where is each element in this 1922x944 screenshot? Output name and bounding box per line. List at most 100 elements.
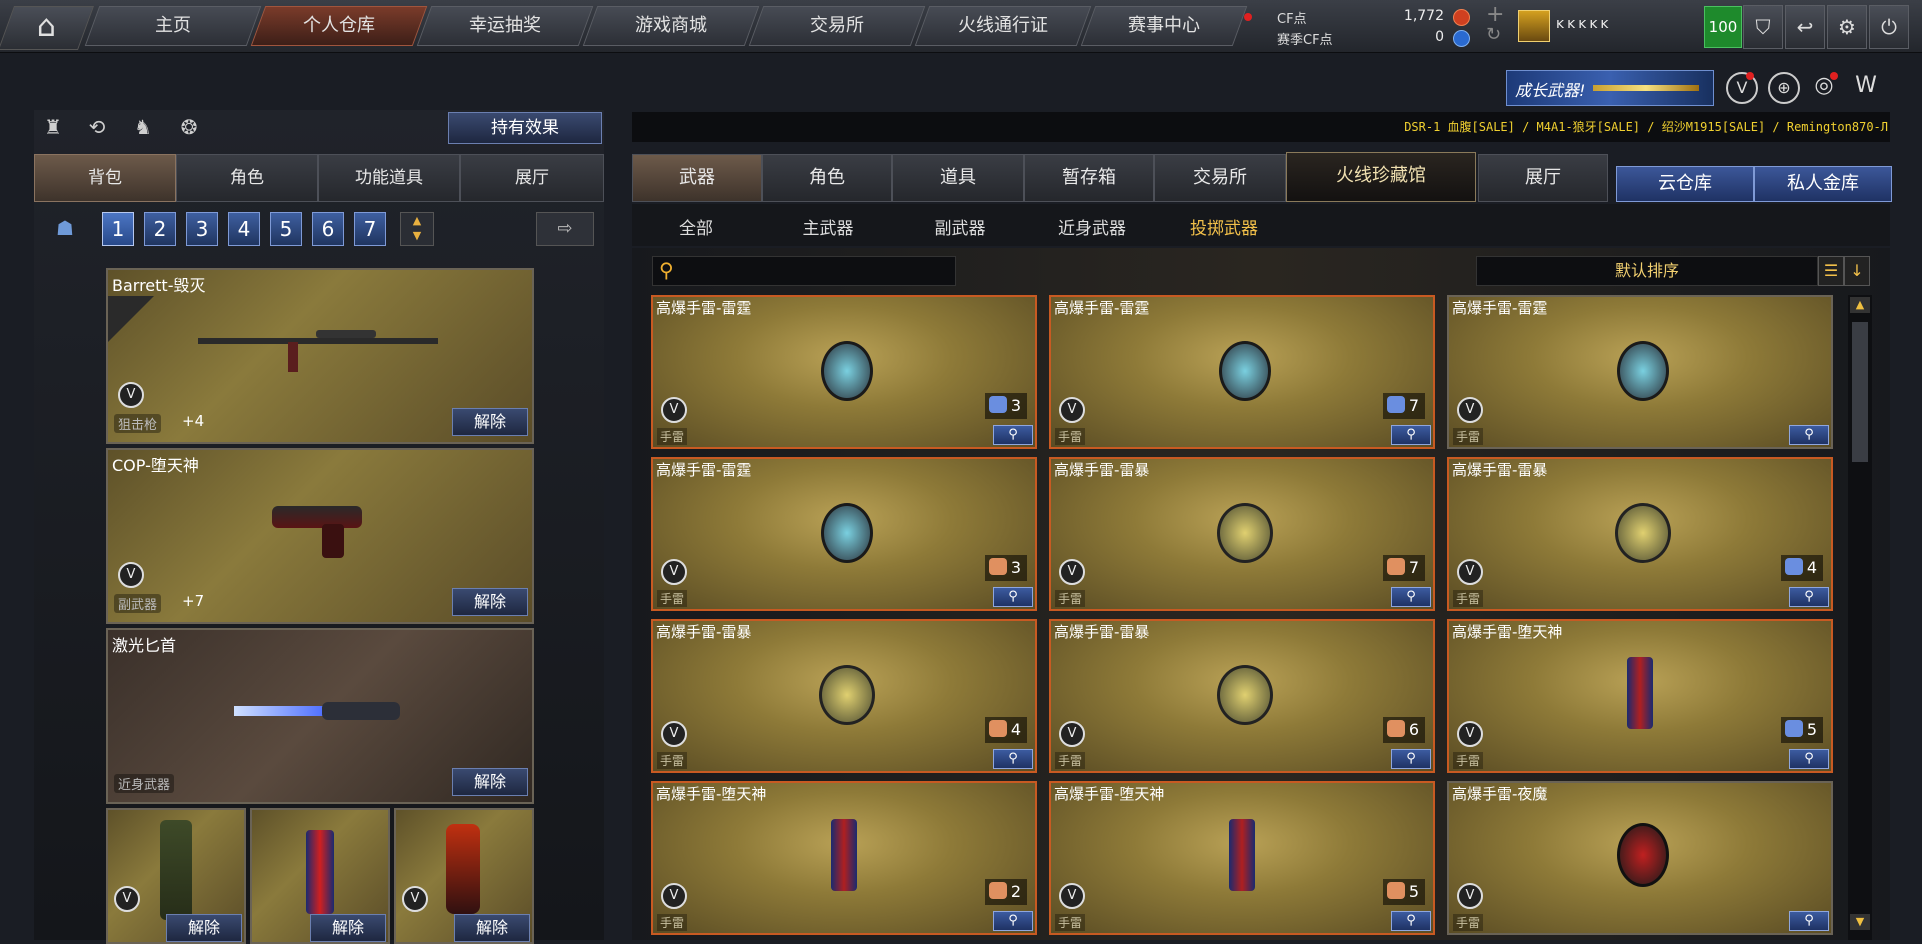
home-button[interactable]: ⌂ bbox=[0, 6, 95, 50]
refresh-icon[interactable]: ↻ bbox=[1486, 24, 1501, 45]
tab-exchange[interactable]: 交易所 bbox=[1154, 154, 1286, 202]
grenade-card[interactable]: 高爆手雷-雷暴 V 手雷 6 ⚲ bbox=[1049, 619, 1435, 773]
pet-icon[interactable]: ❂ bbox=[176, 114, 202, 140]
inspect-button[interactable]: ⚲ bbox=[993, 911, 1033, 931]
search-input[interactable] bbox=[687, 259, 951, 283]
tab-private-vault[interactable]: 私人金库 bbox=[1754, 166, 1892, 202]
crosshair-icon[interactable]: ⊕ bbox=[1768, 72, 1800, 104]
tab-items[interactable]: 道具 bbox=[892, 154, 1024, 202]
tab-function-items[interactable]: 功能道具 bbox=[318, 154, 460, 202]
scroll-down-arrow[interactable]: ▼ bbox=[1850, 914, 1870, 930]
grenade-card[interactable]: 高爆手雷-雷霆 V 手雷 ⚲ bbox=[1447, 295, 1833, 449]
grenade-card[interactable]: 高爆手雷-堕天神 V 手雷 5 ⚲ bbox=[1447, 619, 1833, 773]
grenade-card[interactable]: 高爆手雷-堕天神 V 手雷 2 ⚲ bbox=[651, 781, 1037, 935]
nav-exchange[interactable]: 交易所 bbox=[748, 6, 926, 46]
subtab-throwables[interactable]: 投掷武器 bbox=[1169, 214, 1279, 239]
inspect-button[interactable]: ⚲ bbox=[1789, 587, 1829, 607]
grenade-card[interactable]: 高爆手雷-雷暴 V 手雷 7 ⚲ bbox=[1049, 457, 1435, 611]
effect-button[interactable]: 持有效果 bbox=[448, 112, 602, 144]
inspect-button[interactable]: ⚲ bbox=[1789, 749, 1829, 769]
tab-treasure-hall[interactable]: 火线珍藏馆 bbox=[1286, 152, 1476, 202]
weapon-type: 副武器 bbox=[114, 594, 162, 613]
return-button[interactable]: ↩ bbox=[1785, 5, 1825, 49]
character-icon[interactable]: ♞ bbox=[130, 114, 156, 140]
page-7[interactable]: 7 bbox=[354, 212, 386, 246]
share-button[interactable]: ⇨ bbox=[536, 212, 594, 246]
equip-slot-grenade-3[interactable]: V 解除 bbox=[394, 808, 534, 944]
nav-pass[interactable]: 火线通行证 bbox=[914, 6, 1092, 46]
inspect-button[interactable]: ⚲ bbox=[993, 425, 1033, 445]
w-logo-icon[interactable]: W bbox=[1852, 72, 1880, 100]
bag-icon bbox=[1386, 396, 1405, 413]
subtab-secondary[interactable]: 副武器 bbox=[905, 214, 1015, 239]
subtab-primary[interactable]: 主武器 bbox=[773, 214, 883, 239]
nav-lottery[interactable]: 幸运抽奖 bbox=[416, 6, 594, 46]
tab-storage[interactable]: 暂存箱 bbox=[1024, 154, 1154, 202]
list-view-icon[interactable]: ☰ bbox=[1818, 256, 1844, 286]
inspect-button[interactable]: ⚲ bbox=[1391, 587, 1431, 607]
page-2[interactable]: 2 bbox=[144, 212, 176, 246]
grenade-card[interactable]: 高爆手雷-雷霆 V 手雷 3 ⚲ bbox=[651, 457, 1037, 611]
item-type: 手雷 bbox=[657, 428, 688, 445]
inspect-button[interactable]: ⚲ bbox=[1789, 911, 1829, 931]
nav-warehouse[interactable]: 个人仓库 bbox=[250, 6, 428, 46]
inspect-button[interactable]: ⚲ bbox=[1789, 425, 1829, 445]
subtab-melee[interactable]: 近身武器 bbox=[1037, 214, 1147, 239]
search-box[interactable]: ⚲ bbox=[652, 256, 956, 286]
history-icon[interactable]: ⟲ bbox=[84, 114, 110, 140]
tab-showroom[interactable]: 展厅 bbox=[1478, 154, 1608, 202]
page-4[interactable]: 4 bbox=[228, 212, 260, 246]
equip-slot-primary[interactable]: Barrett-毁灭 V 狙击枪 +4 解除 bbox=[106, 268, 534, 444]
page-stepper[interactable]: ▲ ▼ bbox=[400, 212, 434, 246]
equip-slot-secondary[interactable]: COP-堕天神 V 副武器 +7 解除 bbox=[106, 448, 534, 624]
grenade-card[interactable]: 高爆手雷-夜魔 V 手雷 ⚲ bbox=[1447, 781, 1833, 935]
tab-cloud-storage[interactable]: 云仓库 bbox=[1616, 166, 1754, 202]
settings-button[interactable]: ⚙ bbox=[1827, 5, 1867, 49]
scroll-thumb[interactable] bbox=[1852, 322, 1868, 462]
grenade-card[interactable]: 高爆手雷-雷暴 V 手雷 4 ⚲ bbox=[1447, 457, 1833, 611]
card-title: 高爆手雷-堕天神 bbox=[1452, 623, 1563, 641]
sort-direction-icon[interactable]: ↓ bbox=[1844, 256, 1870, 286]
inspect-button[interactable]: ⚲ bbox=[993, 749, 1033, 769]
page-5[interactable]: 5 bbox=[270, 212, 302, 246]
unequip-button[interactable]: 解除 bbox=[310, 914, 386, 942]
stats-icon[interactable]: ♜ bbox=[40, 114, 66, 140]
unequip-button[interactable]: 解除 bbox=[166, 914, 242, 942]
inspect-button[interactable]: ⚲ bbox=[1391, 425, 1431, 445]
tab-characters[interactable]: 角色 bbox=[762, 154, 892, 202]
page-3[interactable]: 3 bbox=[186, 212, 218, 246]
inspect-button[interactable]: ⚲ bbox=[1391, 749, 1431, 769]
tab-character[interactable]: 角色 bbox=[176, 154, 318, 202]
tab-showroom[interactable]: 展厅 bbox=[460, 154, 604, 202]
page-6[interactable]: 6 bbox=[312, 212, 344, 246]
rank-emblem-icon[interactable] bbox=[1518, 10, 1550, 42]
unequip-button[interactable]: 解除 bbox=[452, 408, 528, 436]
unequip-button[interactable]: 解除 bbox=[454, 914, 530, 942]
grenade-card[interactable]: 高爆手雷-雷霆 V 手雷 7 ⚲ bbox=[1049, 295, 1435, 449]
inspect-button[interactable]: ⚲ bbox=[993, 587, 1033, 607]
nav-shop[interactable]: 游戏商城 bbox=[582, 6, 760, 46]
equip-slot-melee[interactable]: 激光匕首 近身武器 解除 bbox=[106, 628, 534, 804]
equip-slot-grenade-1[interactable]: V 解除 bbox=[106, 808, 246, 944]
unequip-button[interactable]: 解除 bbox=[452, 588, 528, 616]
scroll-up-arrow[interactable]: ▲ bbox=[1850, 297, 1870, 313]
unequip-button[interactable]: 解除 bbox=[452, 768, 528, 796]
shield-button[interactable]: ⛉ bbox=[1743, 5, 1783, 49]
sort-dropdown[interactable]: 默认排序 bbox=[1476, 256, 1818, 286]
inspect-button[interactable]: ⚲ bbox=[1391, 911, 1431, 931]
slot-title: Barrett-毁灭 bbox=[112, 276, 206, 295]
grenade-card[interactable]: 高爆手雷-堕天神 V 手雷 5 ⚲ bbox=[1049, 781, 1435, 935]
nav-home[interactable]: 主页 bbox=[84, 6, 262, 46]
tab-backpack[interactable]: 背包 bbox=[34, 154, 176, 202]
nav-events[interactable]: 赛事中心 bbox=[1080, 6, 1248, 46]
power-button[interactable]: ⏻ bbox=[1869, 5, 1909, 49]
season-cf-value: 0 bbox=[1435, 29, 1444, 45]
grenade-card[interactable]: 高爆手雷-雷霆 V 手雷 3 ⚲ bbox=[651, 295, 1037, 449]
grenade-card[interactable]: 高爆手雷-雷暴 V 手雷 4 ⚲ bbox=[651, 619, 1037, 773]
subtab-all[interactable]: 全部 bbox=[641, 214, 751, 239]
page-1[interactable]: 1 bbox=[102, 212, 134, 246]
growth-weapon-banner[interactable]: 成长武器! bbox=[1506, 70, 1714, 106]
tab-weapons[interactable]: 武器 bbox=[632, 154, 762, 202]
equip-slot-grenade-2[interactable]: 解除 bbox=[250, 808, 390, 944]
bag-icon bbox=[1386, 558, 1405, 575]
